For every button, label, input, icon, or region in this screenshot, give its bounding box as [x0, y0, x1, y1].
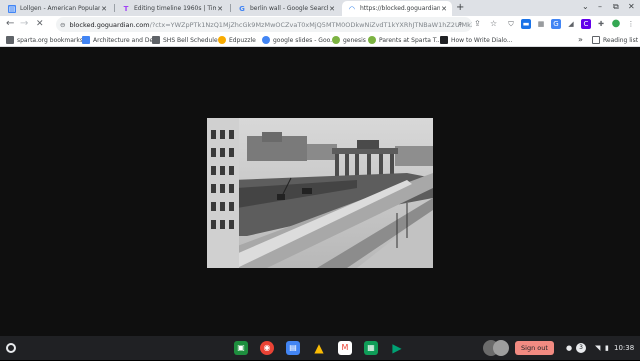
tab-title: Editing timeline 1960s | Timeto... — [134, 5, 216, 12]
clock[interactable]: 10:38 — [614, 341, 634, 355]
more-bookmarks-icon[interactable]: » — [578, 34, 583, 44]
drive-app-icon[interactable]: ▲ — [312, 341, 326, 355]
loading-icon: ◠ — [349, 4, 355, 13]
chrome-app-icon[interactable]: ◉ — [260, 341, 274, 355]
tab-search-icon[interactable]: ⌄ — [582, 2, 589, 11]
tab-title: https://blocked.goguardian.com... — [360, 5, 440, 12]
bookmark-label: Architecture and De... — [93, 36, 159, 44]
dropper-extension-icon[interactable]: ◢ — [566, 19, 576, 29]
tab-separator — [114, 4, 115, 12]
genesis-icon — [332, 36, 340, 44]
tab-title: berlin wall - Google Search — [250, 5, 328, 12]
document-icon: ▤ — [8, 4, 16, 13]
wifi-icon[interactable]: ◥ — [595, 341, 600, 355]
puzzle-icon[interactable]: ✚ — [596, 19, 606, 29]
notification-icon[interactable]: ● — [566, 341, 572, 355]
bookmark-label: sparta.org bookmarks — [17, 36, 83, 44]
gmail-app-icon[interactable]: M — [338, 341, 352, 355]
bookmark-label: Parents at Sparta T... — [379, 36, 442, 44]
stop-loading-icon[interactable]: ✕ — [36, 19, 44, 29]
notification-count[interactable]: 3 — [576, 343, 586, 353]
menu-icon[interactable]: ⋮ — [626, 19, 636, 29]
tab-4-active[interactable]: ◠ https://blocked.goguardian.com... ✕ — [342, 1, 452, 16]
page-icon — [152, 36, 160, 44]
url-domain: blocked.goguardian.com — [69, 20, 150, 29]
bookmark-item[interactable]: sparta.org bookmarks — [6, 35, 83, 45]
blue-extension-icon[interactable]: ▬ — [521, 19, 531, 29]
account-avatars[interactable] — [482, 339, 510, 357]
google-icon: G — [239, 4, 245, 13]
grid-extension-icon[interactable]: ▦ — [536, 19, 546, 29]
profile-icon[interactable]: ● — [611, 19, 621, 29]
tab-3[interactable]: G berlin wall - Google Search ✕ — [232, 1, 340, 16]
bookmark-label: genesis — [343, 36, 366, 44]
shield-icon[interactable]: ⛉ — [506, 19, 516, 29]
photo-graphic — [207, 118, 433, 268]
page-content — [0, 47, 640, 336]
battery-icon[interactable]: ▮ — [605, 341, 609, 355]
minimize-icon[interactable]: – — [598, 2, 602, 11]
google-icon — [262, 36, 270, 44]
chromeos-shelf: ▣ ◉ ▤ ▲ M ▦ ▶ Sign out ● 3 ◥ ▮ 10:38 — [0, 336, 640, 360]
bookmark-label: google slides - Goo... — [273, 36, 336, 44]
classroom-app-icon[interactable]: ▣ — [234, 341, 248, 355]
sheets-app-icon[interactable]: ▦ — [364, 341, 378, 355]
reading-list-label: Reading list — [603, 36, 639, 44]
bookmark-item[interactable]: genesis — [332, 35, 366, 45]
edpuzzle-icon — [218, 36, 226, 44]
browser-toolbar: ← → ✕ ⊖ blocked.goguardian.com /?ctx=YWZ… — [0, 16, 640, 33]
bookmark-item[interactable]: Edpuzzle — [218, 35, 256, 45]
back-icon[interactable]: ← — [6, 18, 14, 29]
c-extension-icon[interactable]: C — [581, 19, 591, 29]
timetoast-icon: T — [123, 4, 129, 13]
close-window-icon[interactable]: ✕ — [628, 2, 635, 11]
tab-separator — [230, 4, 231, 12]
close-tab-icon[interactable]: ✕ — [216, 5, 224, 13]
bookmarks-bar: sparta.org bookmarks Architecture and De.… — [0, 33, 640, 47]
bookmark-label: Edpuzzle — [229, 36, 256, 44]
bookmark-item[interactable]: google slides - Goo... — [262, 35, 336, 45]
tab-title: Lollgen - American Popular Cult... — [20, 5, 100, 12]
maximize-icon[interactable]: ⧉ — [613, 2, 619, 12]
address-bar[interactable]: ⊖ blocked.goguardian.com /?ctx=YWZpPTk1N… — [56, 17, 472, 32]
url-path: /?ctx=YWZpPTk1NzQ1MjZhcGk9MzMwOCZvaT0xMj… — [149, 20, 472, 29]
new-tab-icon[interactable]: + — [456, 2, 464, 13]
docs-app-icon[interactable]: ▤ — [286, 341, 300, 355]
search-icon[interactable]: ⌕ — [458, 19, 462, 29]
folder-icon — [6, 36, 14, 44]
sparta-icon — [368, 36, 376, 44]
berlin-wall-photo — [207, 118, 433, 268]
play-store-app-icon[interactable]: ▶ — [390, 341, 404, 355]
share-icon[interactable]: ⇪ — [474, 19, 481, 28]
reading-list-icon — [592, 36, 600, 44]
site-info-icon[interactable]: ⊖ — [60, 21, 70, 29]
star-icon[interactable]: ☆ — [490, 19, 497, 28]
close-tab-icon[interactable]: ✕ — [440, 5, 448, 13]
bookmark-item[interactable]: SHS Bell Schedule — [152, 35, 218, 45]
goguardian-extension-icon[interactable]: G — [551, 19, 561, 29]
sign-out-button[interactable]: Sign out — [515, 341, 554, 355]
hat-icon — [440, 36, 448, 44]
bookmark-label: How to Write Dialo... — [451, 36, 513, 44]
bookmark-label: SHS Bell Schedule — [163, 36, 218, 44]
bookmark-item[interactable]: Architecture and De... — [82, 35, 159, 45]
close-tab-icon[interactable]: ✕ — [100, 5, 108, 13]
tab-1[interactable]: ▤ Lollgen - American Popular Cult... ✕ — [2, 1, 112, 16]
tab-2[interactable]: T Editing timeline 1960s | Timeto... ✕ — [116, 1, 228, 16]
close-tab-icon[interactable]: ✕ — [328, 5, 336, 13]
forward-icon[interactable]: → — [20, 18, 28, 29]
avatar-icon — [483, 340, 509, 356]
doc-icon — [82, 36, 90, 44]
bookmark-item[interactable]: Parents at Sparta T... — [368, 35, 442, 45]
tab-strip: ▤ Lollgen - American Popular Cult... ✕ T… — [0, 0, 640, 16]
bookmark-item[interactable]: How to Write Dialo... — [440, 35, 513, 45]
reading-list-button[interactable]: Reading list — [592, 35, 638, 45]
launcher-icon[interactable] — [6, 343, 16, 353]
